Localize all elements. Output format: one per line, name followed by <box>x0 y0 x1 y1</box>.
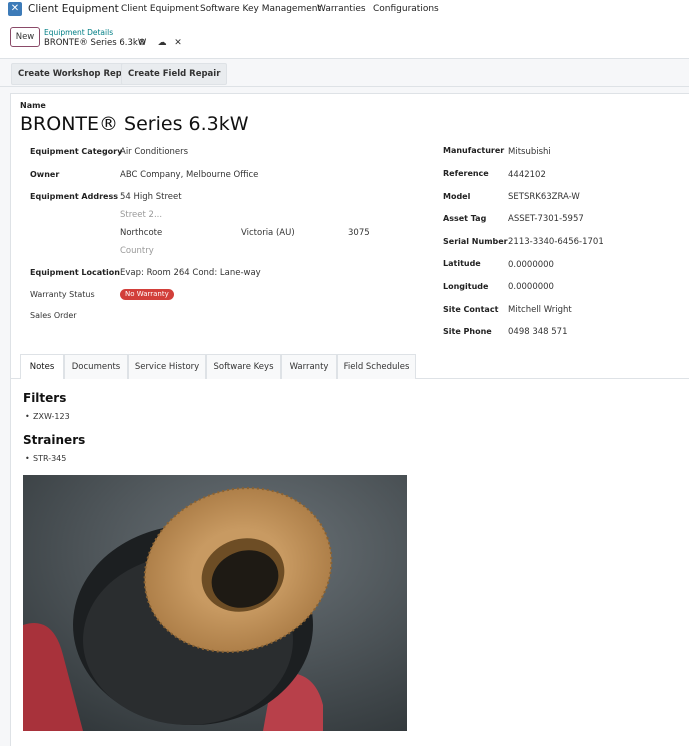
app-logo-icon[interactable]: ✕ <box>8 2 22 16</box>
new-button[interactable]: New <box>10 27 40 47</box>
tab-warranty[interactable]: Warranty <box>281 354 337 379</box>
site-phone-field[interactable]: 0498 348 571 <box>508 327 567 337</box>
breadcrumb-parent[interactable]: Equipment Details <box>44 28 113 37</box>
filters-heading: Filters <box>23 391 67 405</box>
model-label: Model <box>443 192 471 201</box>
manufacturer-label: Manufacturer <box>443 146 505 155</box>
tab-field-schedules[interactable]: Field Schedules <box>337 354 416 379</box>
longitude-label: Longitude <box>443 282 489 291</box>
save-cloud-icon[interactable]: ☁ <box>157 38 167 48</box>
gear-icon[interactable]: ⚙ <box>137 38 147 48</box>
equipment-category-field[interactable]: Air Conditioners <box>120 147 188 157</box>
model-field[interactable]: SETSRK63ZRA-W <box>508 192 580 202</box>
serial-number-field[interactable]: 2113-3340-6456-1701 <box>508 237 604 247</box>
site-phone-label: Site Phone <box>443 327 492 336</box>
street2-field[interactable]: Street 2... <box>120 210 162 220</box>
country-field[interactable]: Country <box>120 246 154 256</box>
strainers-list-item: STR-345 <box>25 454 66 463</box>
app-title[interactable]: Client Equipment <box>28 3 119 15</box>
filters-list-item: ZXW-123 <box>25 412 70 421</box>
reference-field[interactable]: 4442102 <box>508 170 546 180</box>
discard-icon[interactable]: ✕ <box>173 38 183 48</box>
oil-filter-photo <box>23 475 407 731</box>
name-label: Name <box>20 101 46 110</box>
equipment-category-label: Equipment Category <box>30 147 123 156</box>
city-field[interactable]: Northcote <box>120 228 162 238</box>
tab-documents[interactable]: Documents <box>64 354 128 379</box>
warranty-status-badge: No Warranty <box>120 289 174 300</box>
reference-label: Reference <box>443 169 489 178</box>
equipment-address-label: Equipment Address <box>30 192 118 201</box>
sales-order-label: Sales Order <box>30 311 77 320</box>
menu-configurations[interactable]: Configurations <box>373 4 439 14</box>
equipment-location-field[interactable]: Evap: Room 264 Cond: Lane-way <box>120 268 261 278</box>
longitude-field[interactable]: 0.0000000 <box>508 282 554 292</box>
site-contact-field[interactable]: Mitchell Wright <box>508 305 572 315</box>
record-title[interactable]: BRONTE® Series 6.3kW <box>20 113 249 135</box>
equipment-location-label: Equipment Location <box>30 268 120 277</box>
tab-software-keys[interactable]: Software Keys <box>206 354 281 379</box>
breadcrumb-current: BRONTE® Series 6.3kW <box>44 38 147 48</box>
menu-warranties[interactable]: Warranties <box>317 4 366 14</box>
owner-field[interactable]: ABC Company, Melbourne Office <box>120 170 258 180</box>
owner-label: Owner <box>30 170 60 179</box>
strainers-heading: Strainers <box>23 433 86 447</box>
serial-number-label: Serial Number <box>443 237 508 246</box>
warranty-status-label: Warranty Status <box>30 290 95 299</box>
menu-client-equipment[interactable]: Client Equipment <box>121 4 199 14</box>
create-field-repair-button[interactable]: Create Field Repair <box>121 63 228 85</box>
state-field[interactable]: Victoria (AU) <box>241 228 295 238</box>
site-contact-label: Site Contact <box>443 305 499 314</box>
menu-software-key-management[interactable]: Software Key Management <box>200 4 321 14</box>
zip-field[interactable]: 3075 <box>348 228 370 238</box>
top-navbar: ✕ Client Equipment Client Equipment Soft… <box>0 0 689 18</box>
asset-tag-field[interactable]: ASSET-7301-5957 <box>508 214 584 224</box>
manufacturer-field[interactable]: Mitsubishi <box>508 147 551 157</box>
tab-service-history[interactable]: Service History <box>128 354 206 379</box>
asset-tag-label: Asset Tag <box>443 214 487 223</box>
latitude-field[interactable]: 0.0000000 <box>508 260 554 270</box>
latitude-label: Latitude <box>443 259 481 268</box>
tab-notes[interactable]: Notes <box>20 354 64 379</box>
street-field[interactable]: 54 High Street <box>120 192 182 202</box>
